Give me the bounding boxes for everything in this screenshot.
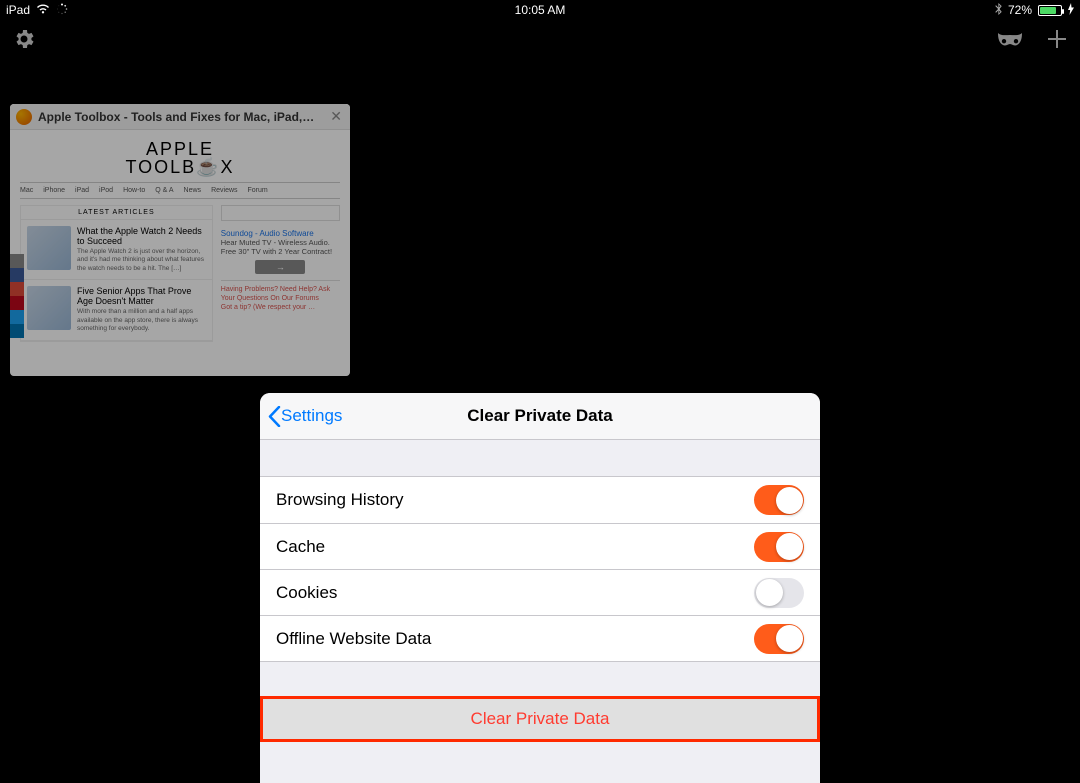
clear-private-data-panel: Settings Clear Private Data Browsing His… <box>260 393 820 783</box>
list-item: Five Senior Apps That Prove Age Doesn't … <box>21 280 212 340</box>
bluetooth-icon <box>995 3 1002 18</box>
chevron-left-icon <box>268 406 281 427</box>
private-mode-button[interactable] <box>996 31 1024 52</box>
new-tab-button[interactable] <box>1046 28 1068 55</box>
option-browsing-history: Browsing History <box>260 477 820 523</box>
arrow-right-icon: → <box>255 260 305 274</box>
close-tab-button[interactable]: ✕ <box>328 108 344 125</box>
status-bar: iPad 10:05 AM 72% <box>0 0 1080 20</box>
toggle-cache[interactable] <box>754 532 804 562</box>
tab-thumbnail[interactable]: Apple Toolbox - Tools and Fixes for Mac,… <box>10 104 350 376</box>
back-label: Settings <box>281 406 342 426</box>
option-offline-data: Offline Website Data <box>260 615 820 661</box>
battery-pct: 72% <box>1008 3 1032 17</box>
loading-icon <box>56 3 68 18</box>
battery-icon <box>1038 5 1062 16</box>
settings-button[interactable] <box>12 27 36 56</box>
list-item: What the Apple Watch 2 Needs to SucceedT… <box>21 220 212 280</box>
page-title: APPLE TOOLB☕X <box>20 140 340 176</box>
option-cache: Cache <box>260 523 820 569</box>
modal-title: Clear Private Data <box>467 406 613 426</box>
latest-heading: LATEST ARTICLES <box>21 206 212 220</box>
browser-toolbar <box>0 26 1080 56</box>
social-share-bar <box>10 254 24 338</box>
toggle-browsing-history[interactable] <box>754 485 804 515</box>
back-button[interactable]: Settings <box>260 406 342 427</box>
device-label: iPad <box>6 3 30 17</box>
clock: 10:05 AM <box>515 3 566 17</box>
tab-title: Apple Toolbox - Tools and Fixes for Mac,… <box>38 110 322 124</box>
clear-private-data-button[interactable]: Clear Private Data <box>260 696 820 742</box>
option-cookies: Cookies <box>260 569 820 615</box>
ad-block: Soundog - Audio Software Hear Muted TV -… <box>221 229 340 312</box>
options-group: Browsing History Cache Cookies Offline W… <box>260 476 820 662</box>
article-thumb <box>27 286 71 330</box>
firefox-icon <box>16 109 32 125</box>
site-nav: MaciPhoneiPadiPodHow-toQ & ANewsReviewsF… <box>20 182 340 199</box>
charging-icon <box>1068 3 1074 18</box>
article-thumb <box>27 226 71 270</box>
toggle-offline-data[interactable] <box>754 624 804 654</box>
wifi-icon <box>36 3 50 17</box>
toggle-cookies[interactable] <box>754 578 804 608</box>
modal-header: Settings Clear Private Data <box>260 393 820 440</box>
site-search <box>221 205 340 221</box>
